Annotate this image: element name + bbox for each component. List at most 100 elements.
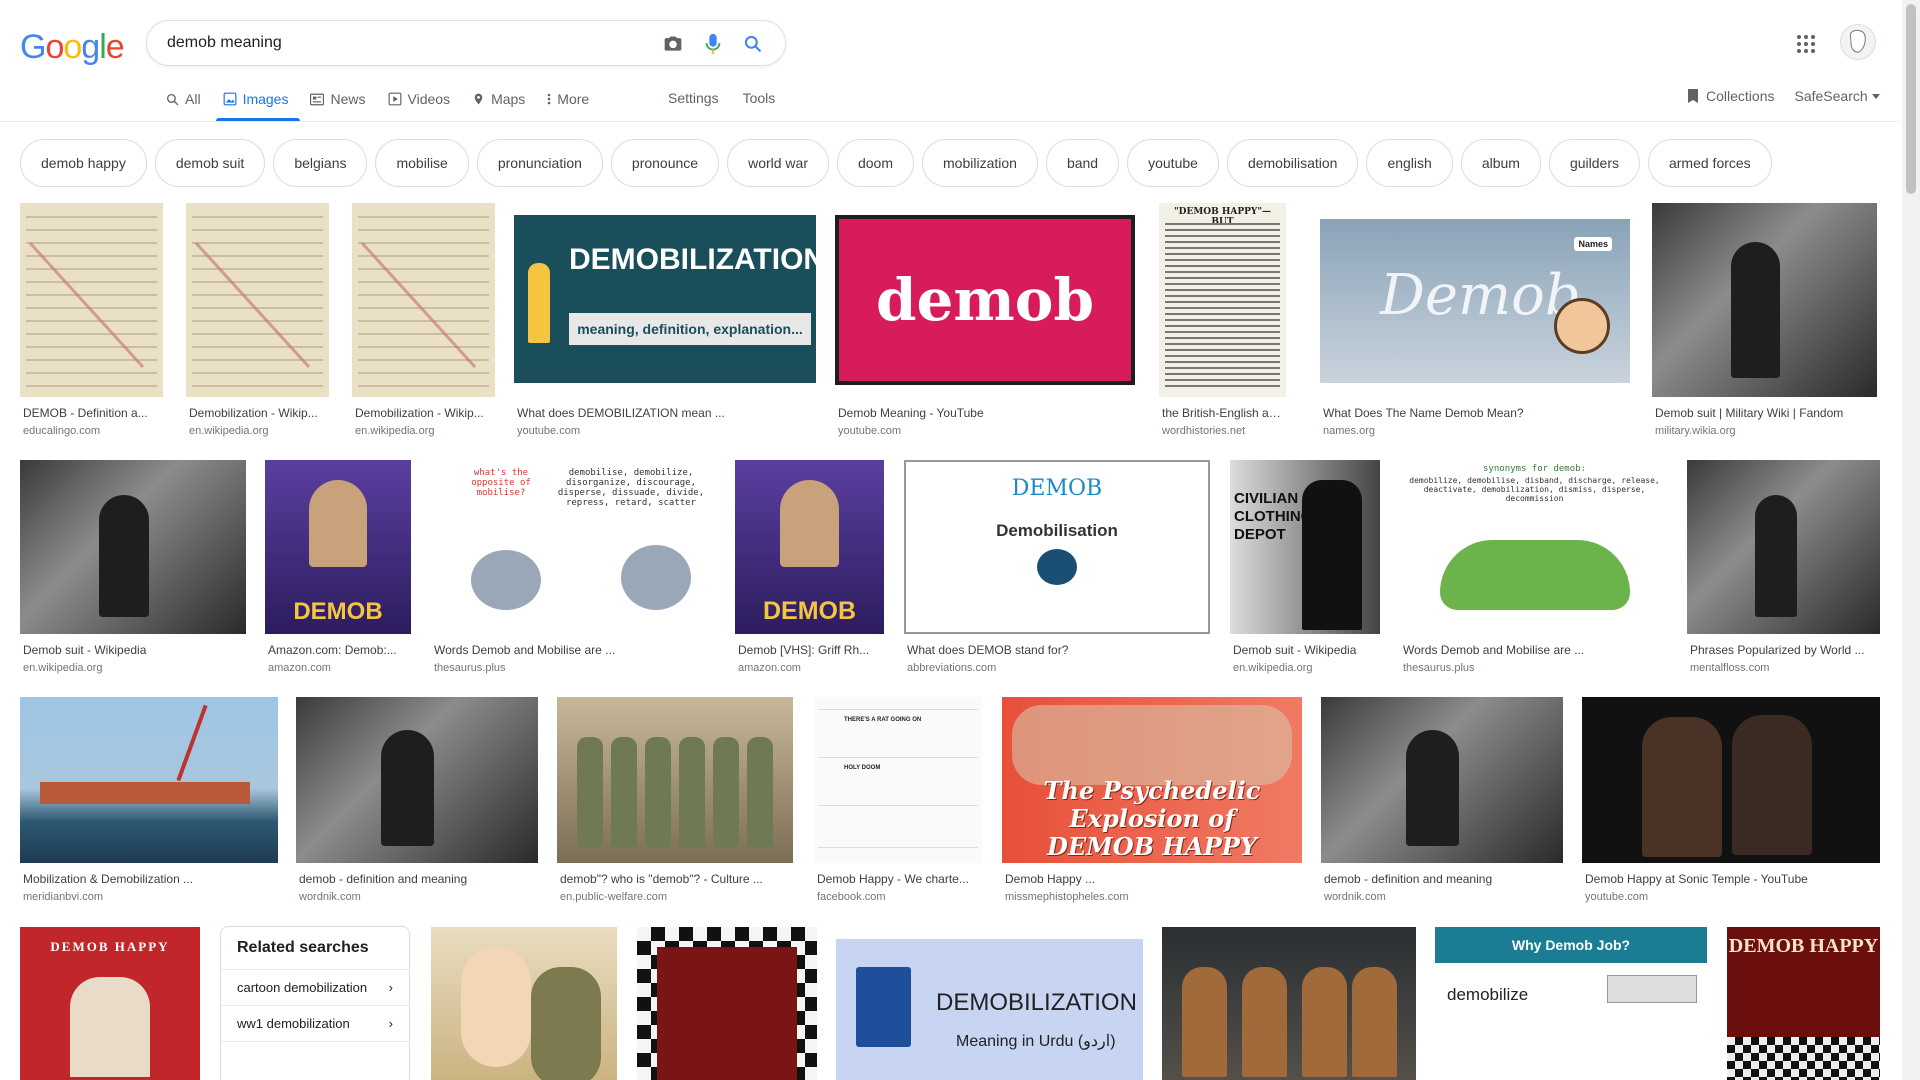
image-result[interactable]: DEMOBILIZATION meaning, definition, expla… xyxy=(514,203,816,439)
result-source[interactable]: en.wikipedia.org xyxy=(23,662,245,674)
result-thumbnail[interactable]: DEMOB xyxy=(265,460,411,634)
result-thumbnail[interactable]: THERE'S A RAT GOING ON HOLY DOOM xyxy=(814,697,982,863)
image-result[interactable]: Demob suit | Military Wiki | Fandom milit… xyxy=(1652,203,1877,439)
result-source[interactable]: en.wikipedia.org xyxy=(189,425,328,437)
result-thumbnail[interactable] xyxy=(1582,697,1880,863)
result-source[interactable]: youtube.com xyxy=(517,425,815,437)
image-result[interactable]: Why Demob Job? demobilize xyxy=(1435,927,1707,1080)
image-result[interactable]: Demob Happy at Sonic Temple - YouTube you… xyxy=(1582,697,1880,905)
result-title[interactable]: Demob suit | Military Wiki | Fandom xyxy=(1655,406,1876,420)
image-result[interactable]: demob"? who is "demob"? - Culture ... en.… xyxy=(557,697,793,905)
result-source[interactable]: en.wikipedia.org xyxy=(1233,662,1379,674)
image-result[interactable]: DEMOB HAPPY xyxy=(1727,927,1880,1080)
result-source[interactable]: thesaurus.plus xyxy=(434,662,714,674)
result-title[interactable]: Demob Happy ... xyxy=(1005,872,1301,886)
result-source[interactable]: names.org xyxy=(1323,425,1629,437)
result-title[interactable]: Demobilization - Wikip... xyxy=(189,406,328,420)
image-result[interactable]: DEMOB HAPPY xyxy=(20,927,200,1080)
result-source[interactable]: amazon.com xyxy=(268,662,410,674)
result-thumbnail[interactable]: CIVILIAN CLOTHING DEPOT xyxy=(1230,460,1380,634)
result-title[interactable]: Demob Meaning - YouTube xyxy=(838,406,1134,420)
result-source[interactable]: abbreviations.com xyxy=(907,662,1209,674)
image-result[interactable]: CIVILIAN CLOTHING DEPOT Demob suit - Wiki… xyxy=(1230,460,1380,676)
result-title[interactable]: demob"? who is "demob"? - Culture ... xyxy=(560,872,792,886)
result-thumbnail[interactable] xyxy=(637,927,817,1080)
result-title[interactable]: Demob Happy - We charte... xyxy=(817,872,981,886)
result-thumbnail[interactable] xyxy=(352,203,495,397)
result-title[interactable]: Words Demob and Mobilise are ... xyxy=(1403,643,1668,657)
result-thumbnail[interactable]: DEMOBILIZATION meaning, definition, expla… xyxy=(514,203,816,397)
result-thumbnail[interactable]: what's the opposite of mobilise? demobili… xyxy=(431,460,715,634)
image-result[interactable]: demob - definition and meaning wordnik.co… xyxy=(1321,697,1563,905)
result-source[interactable]: educalingo.com xyxy=(23,425,162,437)
result-source[interactable]: thesaurus.plus xyxy=(1403,662,1668,674)
image-result[interactable]: Mobilization & Demobilization ... meridia… xyxy=(20,697,278,905)
result-thumbnail[interactable] xyxy=(1321,697,1563,863)
result-thumbnail[interactable] xyxy=(1652,203,1877,397)
image-result[interactable]: DEMOB Demobilisation What does DEMOB stand… xyxy=(904,460,1210,676)
result-source[interactable]: en.public-welfare.com xyxy=(560,891,792,903)
image-result[interactable]: DEMOB Amazon.com: Demob:... amazon.com xyxy=(265,460,411,676)
image-result[interactable]: Demobilization - Wikip... en.wikipedia.or… xyxy=(352,203,495,439)
result-source[interactable]: mentalfloss.com xyxy=(1690,662,1879,674)
image-result[interactable]: "DEMOB HAPPY"—BUT the British-English adj… xyxy=(1159,203,1286,439)
page-scrollbar[interactable] xyxy=(1902,0,1920,1080)
result-thumbnail[interactable]: demob xyxy=(835,203,1135,397)
result-source[interactable]: wordhistories.net xyxy=(1162,425,1285,437)
result-thumbnail[interactable]: Demob Names xyxy=(1320,203,1630,397)
image-result[interactable]: DEMOB - Definition a... educalingo.com xyxy=(20,203,163,439)
result-thumbnail[interactable] xyxy=(557,697,793,863)
result-source[interactable]: youtube.com xyxy=(1585,891,1879,903)
result-thumbnail[interactable]: DEMOB xyxy=(735,460,884,634)
result-title[interactable]: Mobilization & Demobilization ... xyxy=(23,872,277,886)
result-source[interactable]: military.wikia.org xyxy=(1655,425,1876,437)
result-thumbnail[interactable]: DEMOBILIZATION Meaning in Urdu (اردو) xyxy=(836,927,1143,1080)
result-thumbnail[interactable] xyxy=(20,203,163,397)
result-source[interactable]: amazon.com xyxy=(738,662,883,674)
result-title[interactable]: Demob suit - Wikipedia xyxy=(1233,643,1379,657)
result-title[interactable]: What does DEMOB stand for? xyxy=(907,643,1209,657)
image-result[interactable]: Demob suit - Wikipedia en.wikipedia.org xyxy=(20,460,246,676)
result-title[interactable]: Phrases Popularized by World ... xyxy=(1690,643,1879,657)
image-result[interactable]: Demobilization - Wikip... en.wikipedia.or… xyxy=(186,203,329,439)
result-thumbnail[interactable] xyxy=(20,460,246,634)
result-thumbnail[interactable] xyxy=(186,203,329,397)
image-result[interactable]: DEMOBILIZATION Meaning in Urdu (اردو) xyxy=(836,927,1143,1080)
image-result[interactable]: demob - definition and meaning wordnik.co… xyxy=(296,697,538,905)
result-title[interactable]: Demobilization - Wikip... xyxy=(355,406,494,420)
result-thumbnail[interactable]: "DEMOB HAPPY"—BUT xyxy=(1159,203,1286,397)
image-result[interactable] xyxy=(637,927,817,1080)
scrollbar-thumb[interactable] xyxy=(1906,4,1916,194)
image-result[interactable]: THERE'S A RAT GOING ON HOLY DOOM Demob Hap… xyxy=(814,697,982,905)
result-source[interactable]: missmephistopheles.com xyxy=(1005,891,1301,903)
image-result[interactable]: Phrases Popularized by World ... mentalfl… xyxy=(1687,460,1880,676)
image-result[interactable] xyxy=(1162,927,1416,1080)
result-source[interactable]: en.wikipedia.org xyxy=(355,425,494,437)
result-title[interactable]: Demob [VHS]: Griff Rh... xyxy=(738,643,883,657)
result-source[interactable]: facebook.com xyxy=(817,891,981,903)
result-thumbnail[interactable] xyxy=(431,927,617,1080)
result-source[interactable]: youtube.com xyxy=(838,425,1134,437)
result-title[interactable]: DEMOB - Definition a... xyxy=(23,406,162,420)
result-title[interactable]: What does DEMOBILIZATION mean ... xyxy=(517,406,815,420)
result-title[interactable]: the British-English adj... xyxy=(1162,406,1285,420)
result-title[interactable]: Demob suit - Wikipedia xyxy=(23,643,245,657)
related-search-item[interactable]: ww1 demobilization › xyxy=(221,1006,409,1042)
result-title[interactable]: demob - definition and meaning xyxy=(1324,872,1562,886)
result-thumbnail[interactable] xyxy=(1687,460,1880,634)
image-result[interactable]: DEMOB Demob [VHS]: Griff Rh... amazon.com xyxy=(735,460,884,676)
result-thumbnail[interactable]: synonyms for demob: demobilize, demobilis… xyxy=(1400,460,1669,634)
result-source[interactable]: meridianbvi.com xyxy=(23,891,277,903)
result-thumbnail[interactable] xyxy=(1162,927,1416,1080)
result-title[interactable]: Amazon.com: Demob:... xyxy=(268,643,410,657)
result-thumbnail[interactable]: The Psychedelic Explosion of DEMOB HAPPY xyxy=(1002,697,1302,863)
result-thumbnail[interactable]: DEMOB HAPPY xyxy=(20,927,200,1080)
image-result[interactable]: The Psychedelic Explosion of DEMOB HAPPY… xyxy=(1002,697,1302,905)
image-result[interactable]: synonyms for demob: demobilize, demobilis… xyxy=(1400,460,1669,676)
result-title[interactable]: demob - definition and meaning xyxy=(299,872,537,886)
image-result[interactable]: what's the opposite of mobilise? demobili… xyxy=(431,460,715,676)
result-source[interactable]: wordnik.com xyxy=(299,891,537,903)
image-result[interactable]: demob Demob Meaning - YouTube youtube.com xyxy=(835,203,1135,439)
result-thumbnail[interactable] xyxy=(296,697,538,863)
result-thumbnail[interactable]: Why Demob Job? demobilize xyxy=(1435,927,1707,1080)
